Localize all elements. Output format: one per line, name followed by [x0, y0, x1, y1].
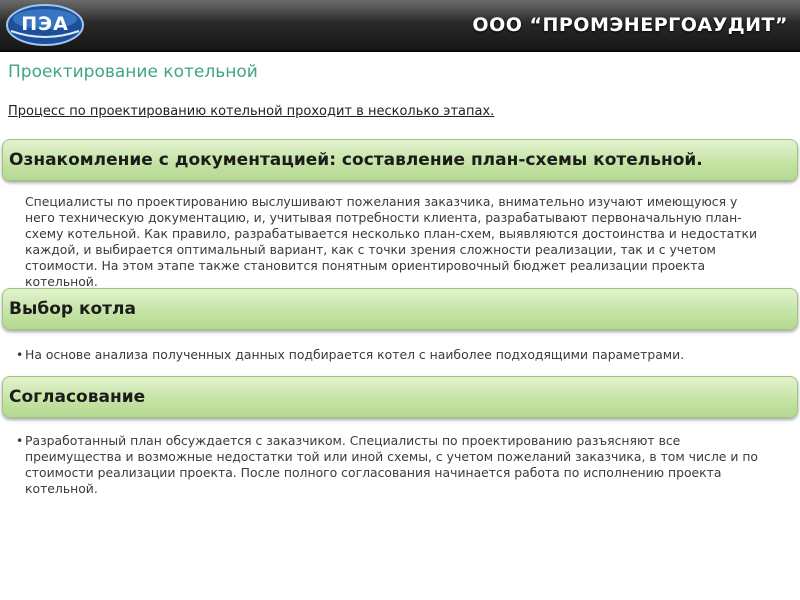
section-header-approval: Согласование [2, 376, 798, 418]
section-header-boiler: Выбор котла [2, 288, 798, 330]
section-title: Согласование [9, 387, 146, 407]
section-title: Выбор котла [9, 299, 136, 319]
section-header-documentation: Ознакомление с документацией: составлени… [2, 139, 798, 181]
logo-text: ПЭА [21, 13, 69, 35]
section-title: Ознакомление с документацией: составлени… [9, 150, 703, 170]
company-name: ООО “ПРОМЭНЕРГОАУДИТ” [472, 14, 788, 36]
section-text: На основе анализа полученных данных подб… [25, 347, 685, 362]
bullet-icon: • [16, 433, 24, 448]
section-body-approval: • Разработанный план обсуждается с заказ… [16, 433, 765, 497]
section-text: Специалисты по проектированию выслушиваю… [25, 194, 758, 286]
page-title: Проектирование котельной [8, 62, 258, 82]
section-body-documentation: • Специалисты по проектированию выслушив… [25, 194, 765, 286]
header-bar: ПЭА ООО “ПРОМЭНЕРГОАУДИТ” [0, 0, 800, 52]
bullet-icon: • [16, 347, 24, 362]
section-body-boiler: • На основе анализа полученных данных по… [16, 347, 765, 363]
page-subtitle: Процесс по проектированию котельной прох… [8, 104, 495, 119]
company-logo: ПЭА [5, 3, 85, 47]
section-text: Разработанный план обсуждается с заказчи… [25, 433, 759, 497]
